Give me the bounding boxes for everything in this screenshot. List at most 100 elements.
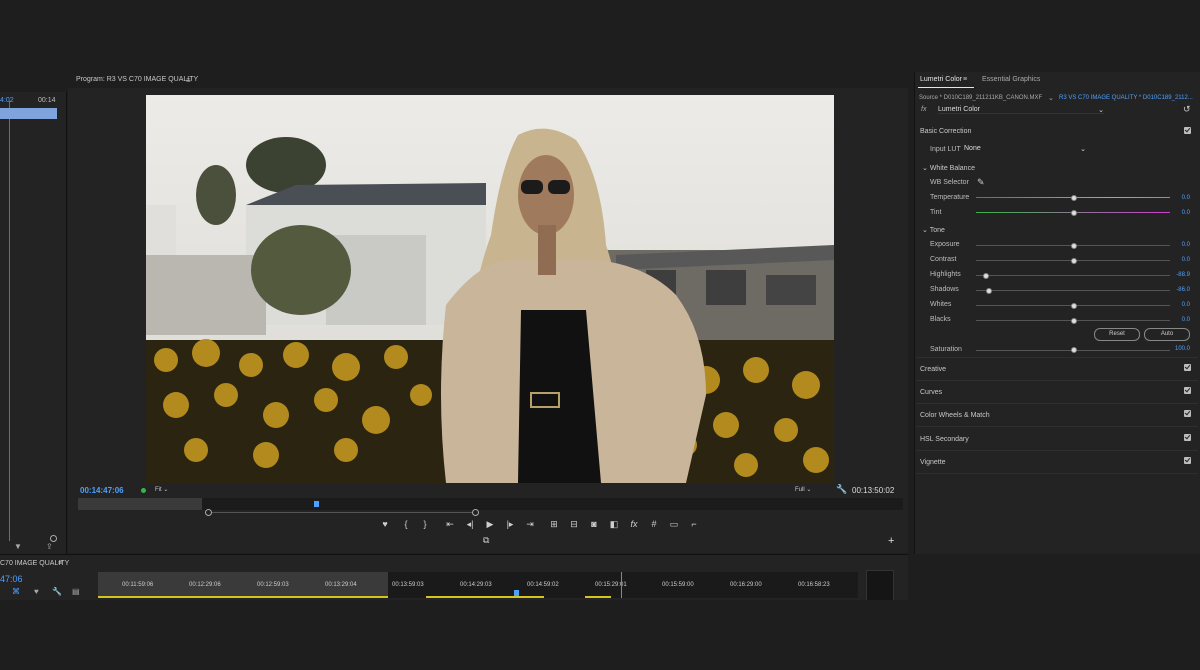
- fx-icon[interactable]: fx: [627, 519, 641, 529]
- temperature-value[interactable]: 0.0: [1174, 195, 1190, 201]
- contrast-value[interactable]: 0.0: [1174, 257, 1190, 263]
- exposure-value[interactable]: 0.0: [1174, 242, 1190, 248]
- tint-value[interactable]: 0.0: [1174, 210, 1190, 216]
- exposure-handle[interactable]: [1071, 243, 1077, 249]
- curves-checkbox[interactable]: [1184, 387, 1191, 394]
- chevron-down-icon: ⌄: [922, 165, 928, 172]
- tab-essential-graphics[interactable]: Essential Graphics: [982, 76, 1040, 83]
- vignette-checkbox[interactable]: [1184, 457, 1191, 464]
- divider: [916, 380, 1198, 381]
- overwrite-icon[interactable]: ⊟: [567, 519, 581, 530]
- comparison-view-icon[interactable]: ◧: [607, 519, 621, 530]
- section-hsl-secondary[interactable]: HSL Secondary: [920, 436, 969, 443]
- section-curves[interactable]: Curves: [920, 389, 942, 396]
- step-back-icon[interactable]: ◂|: [463, 519, 477, 530]
- timeline-playhead[interactable]: [621, 572, 622, 598]
- filter-icon[interactable]: ▼: [14, 542, 22, 551]
- step-forward-icon[interactable]: |▸: [503, 519, 517, 530]
- button-editor-plus-icon[interactable]: +: [888, 535, 894, 547]
- highlights-slider[interactable]: [976, 275, 1170, 276]
- source-playhead-line[interactable]: [9, 101, 10, 541]
- captions-icon[interactable]: ▤: [72, 587, 80, 596]
- tab-lumetri-color[interactable]: Lumetri Color: [920, 76, 962, 83]
- lift-icon[interactable]: ⧉: [483, 535, 489, 546]
- mark-in-icon[interactable]: {: [399, 519, 413, 529]
- blacks-handle[interactable]: [1071, 318, 1077, 324]
- sequence-clip-label[interactable]: R3 VS C70 IMAGE QUALITY * D010C189_2112.…: [1059, 95, 1193, 101]
- highlights-value[interactable]: -88.9: [1174, 272, 1190, 278]
- zoom-handle-left[interactable]: [205, 509, 212, 516]
- saturation-handle[interactable]: [1071, 347, 1077, 353]
- crop-icon[interactable]: ⌐: [687, 519, 701, 529]
- timeline-timecode[interactable]: 47:06: [0, 574, 23, 584]
- source-scroll-handle[interactable]: [50, 535, 57, 542]
- section-basic-correction[interactable]: Basic Correction: [920, 128, 971, 135]
- eyedropper-icon[interactable]: ✎: [977, 177, 985, 188]
- linked-selection-icon[interactable]: ♥: [34, 587, 39, 596]
- exposure-label: Exposure: [930, 241, 960, 248]
- white-balance-toggle[interactable]: ⌄ White Balance: [922, 164, 975, 172]
- divider: [916, 450, 1198, 451]
- snap-icon[interactable]: ⌘: [12, 587, 20, 596]
- color-wheels-checkbox[interactable]: [1184, 410, 1191, 417]
- mark-out-icon[interactable]: }: [418, 519, 432, 529]
- export-frame-icon[interactable]: ◙: [587, 519, 601, 529]
- ruler-tick: 00:14:29:03: [460, 582, 492, 588]
- reset-effect-icon[interactable]: ↺: [1183, 104, 1191, 115]
- section-color-wheels[interactable]: Color Wheels & Match: [920, 412, 990, 419]
- tone-label: Tone: [929, 227, 945, 234]
- divider: [916, 357, 1198, 358]
- contrast-label: Contrast: [930, 256, 957, 263]
- zoom-scroll-bar[interactable]: [208, 512, 476, 513]
- contrast-handle[interactable]: [1071, 258, 1077, 264]
- reset-button[interactable]: Reset: [1094, 328, 1140, 341]
- timeline-settings-icon[interactable]: 🔧: [52, 587, 62, 596]
- settings-wrench-icon[interactable]: 🔧: [836, 484, 847, 495]
- section-vignette[interactable]: Vignette: [920, 459, 946, 466]
- go-to-out-icon[interactable]: ⇥: [523, 519, 537, 530]
- go-to-in-icon[interactable]: ⇤: [443, 519, 457, 530]
- playback-resolution-select[interactable]: Full ⌄: [795, 486, 811, 493]
- zoom-level-value: Fit: [155, 487, 162, 493]
- insert-icon[interactable]: ⊞: [547, 519, 561, 530]
- shadows-slider[interactable]: [976, 290, 1170, 291]
- zoom-level-select[interactable]: Fit ⌄: [155, 486, 168, 493]
- hamburger-icon[interactable]: ≡: [963, 76, 967, 83]
- source-clip-label[interactable]: Source * D010C189_211211KB_CANON.MXF: [919, 95, 1042, 101]
- program-monitor-title[interactable]: Program: R3 VS C70 IMAGE QUALITY: [76, 76, 198, 83]
- safe-margins-icon[interactable]: #: [647, 519, 661, 529]
- whites-value[interactable]: 0.0: [1174, 302, 1190, 308]
- divider: [916, 403, 1198, 404]
- zoom-handle-right[interactable]: [472, 509, 479, 516]
- multicam-icon[interactable]: ▭: [667, 519, 681, 530]
- section-creative[interactable]: Creative: [920, 366, 946, 373]
- whites-label: Whites: [930, 301, 952, 308]
- saturation-value[interactable]: 100.0: [1166, 346, 1190, 352]
- shadows-handle[interactable]: [986, 288, 992, 294]
- hamburger-icon[interactable]: ≡: [58, 560, 62, 567]
- play-icon[interactable]: ▶: [483, 519, 497, 530]
- ruler-tick: 00:16:58:23: [798, 582, 830, 588]
- temperature-handle[interactable]: [1071, 195, 1077, 201]
- program-current-timecode[interactable]: 00:14:47:06: [80, 486, 124, 495]
- effect-select[interactable]: Lumetri Color ⌄: [938, 106, 1104, 114]
- source-in-out-range[interactable]: [0, 108, 57, 119]
- creative-checkbox[interactable]: [1184, 364, 1191, 371]
- work-area-bar[interactable]: [78, 498, 202, 510]
- source-timecode-current: 4:02: [0, 97, 14, 104]
- playhead[interactable]: [314, 501, 319, 507]
- shadows-value[interactable]: -86.0: [1174, 287, 1190, 293]
- highlights-handle[interactable]: [983, 273, 989, 279]
- input-lut-select[interactable]: None ⌄: [964, 145, 1086, 153]
- whites-handle[interactable]: [1071, 303, 1077, 309]
- hamburger-icon[interactable]: ≡: [186, 76, 191, 85]
- auto-button[interactable]: Auto: [1144, 328, 1190, 341]
- add-marker-icon[interactable]: ♥: [378, 519, 392, 529]
- blacks-value[interactable]: 0.0: [1174, 317, 1190, 323]
- basic-correction-checkbox[interactable]: [1184, 127, 1191, 134]
- chevron-down-icon[interactable]: ⌄: [1048, 94, 1054, 102]
- tone-toggle[interactable]: ⌄ Tone: [922, 226, 945, 234]
- hsl-secondary-checkbox[interactable]: [1184, 434, 1191, 441]
- export-icon[interactable]: ⇪: [46, 542, 53, 551]
- tint-handle[interactable]: [1071, 210, 1077, 216]
